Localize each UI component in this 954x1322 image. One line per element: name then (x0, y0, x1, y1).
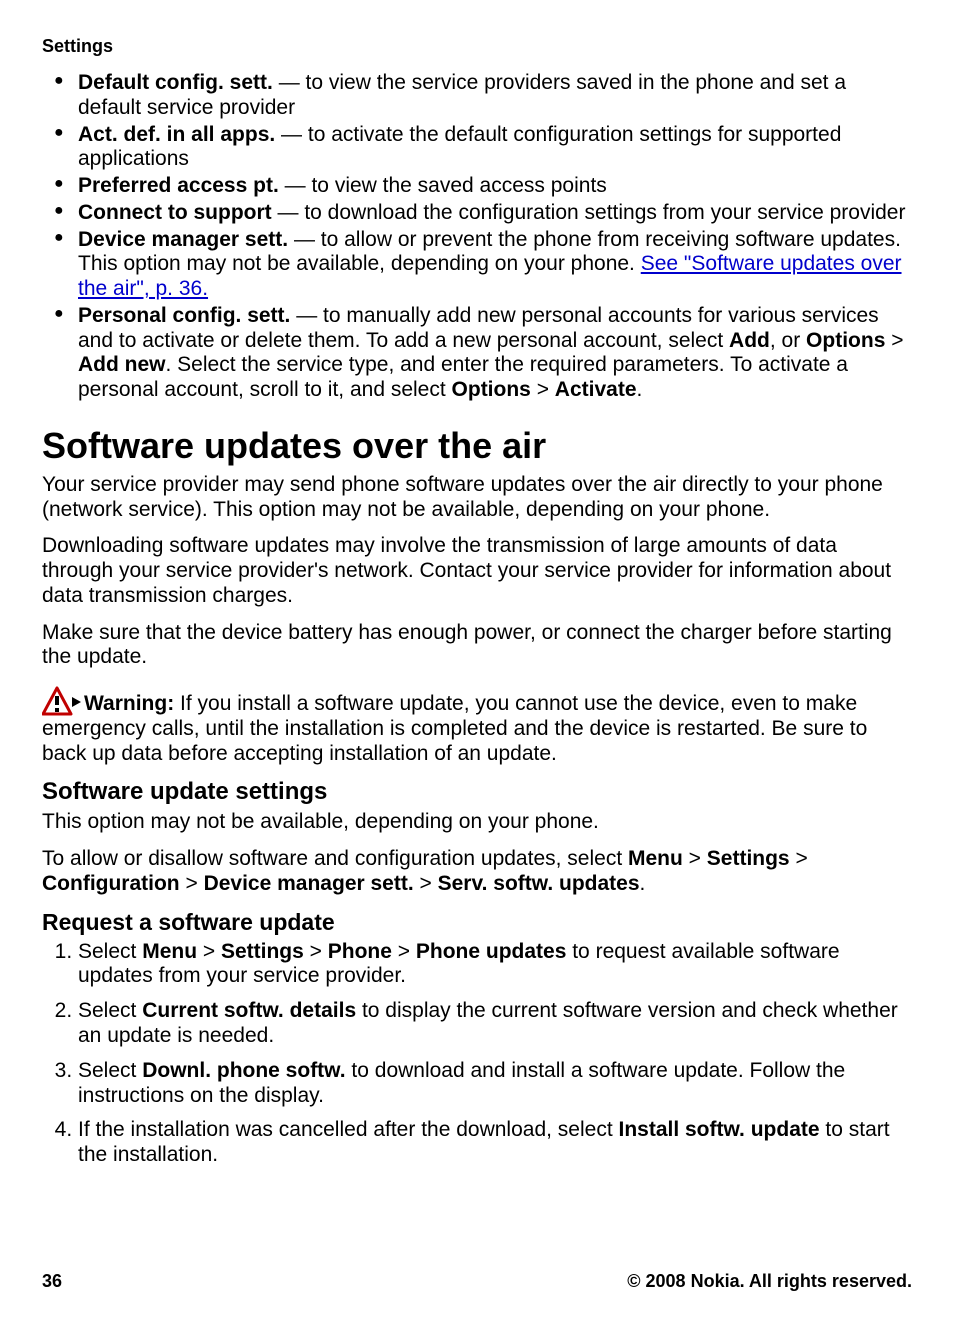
paragraph-text: > (683, 847, 707, 870)
menu-keyword: Activate (555, 378, 637, 401)
subsection-heading: Request a software update (42, 909, 912, 936)
step-text: Select (78, 999, 142, 1022)
menu-keyword: Options (452, 378, 531, 401)
bullet-text: . (637, 378, 643, 401)
bullet-text: — to view the saved access points (279, 174, 607, 197)
bullet-label: Connect to support (78, 201, 272, 224)
bullet-text: > (885, 329, 903, 352)
paragraph-text: To allow or disallow software and config… (42, 847, 628, 870)
menu-keyword: Downl. phone softw. (142, 1059, 345, 1082)
warning-label: Warning: (84, 692, 174, 715)
menu-keyword: Device manager sett. (204, 872, 414, 895)
bullet-label: Personal config. sett. (78, 304, 290, 327)
menu-keyword: Settings (221, 940, 304, 963)
page: Settings Default config. sett. — to view… (0, 0, 954, 1322)
bullet-item: Device manager sett. — to allow or preve… (78, 228, 912, 302)
paragraph: To allow or disallow software and config… (42, 847, 912, 897)
paragraph-text: > (414, 872, 438, 895)
menu-keyword: Options (806, 329, 885, 352)
step-item: Select Menu > Settings > Phone > Phone u… (78, 940, 912, 990)
menu-keyword: Current softw. details (142, 999, 356, 1022)
step-text: Select (78, 1059, 142, 1082)
menu-keyword: Add (729, 329, 770, 352)
menu-keyword: Add new (78, 353, 166, 376)
menu-keyword: Configuration (42, 872, 180, 895)
paragraph: This option may not be available, depend… (42, 810, 912, 835)
bullet-label: Act. def. in all apps. (78, 123, 275, 146)
menu-keyword: Serv. softw. updates (438, 872, 640, 895)
menu-keyword: Menu (628, 847, 683, 870)
menu-keyword: Settings (707, 847, 790, 870)
step-text: > (197, 940, 221, 963)
paragraph-text: > (180, 872, 204, 895)
bullet-item: Preferred access pt. — to view the saved… (78, 174, 912, 199)
bullet-item: Act. def. in all apps. — to activate the… (78, 123, 912, 173)
copyright-text: © 2008 Nokia. All rights reserved. (627, 1271, 912, 1292)
bullet-label: Default config. sett. (78, 71, 273, 94)
bullet-label: Preferred access pt. (78, 174, 279, 197)
step-text: Select (78, 940, 142, 963)
bullet-item: Personal config. sett. — to manually add… (78, 304, 912, 403)
paragraph: Make sure that the device battery has en… (42, 621, 912, 671)
section-heading: Software updates over the air (42, 427, 912, 465)
step-item: If the installation was cancelled after … (78, 1118, 912, 1168)
step-text: If the installation was cancelled after … (78, 1118, 618, 1141)
menu-keyword: Menu (142, 940, 197, 963)
step-text: > (392, 940, 416, 963)
bullet-text: , or (770, 329, 806, 352)
warning-paragraph: Warning: If you install a software updat… (42, 686, 912, 766)
section-header: Settings (42, 36, 912, 57)
bullet-text: — to download the configuration settings… (272, 201, 906, 224)
paragraph: Downloading software updates may involve… (42, 534, 912, 608)
paragraph-text: > (790, 847, 808, 870)
menu-keyword: Phone updates (416, 940, 567, 963)
menu-keyword: Install softw. update (618, 1118, 819, 1141)
step-item: Select Current softw. details to display… (78, 999, 912, 1049)
config-bullet-list: Default config. sett. — to view the serv… (42, 71, 912, 403)
subsection-heading: Software update settings (42, 778, 912, 806)
bullet-item: Connect to support — to download the con… (78, 201, 912, 226)
paragraph-text: . (640, 872, 646, 895)
page-footer: 36 © 2008 Nokia. All rights reserved. (42, 1271, 912, 1292)
page-number: 36 (42, 1271, 62, 1292)
step-text: > (304, 940, 328, 963)
bullet-item: Default config. sett. — to view the serv… (78, 71, 912, 121)
warning-icon (42, 686, 82, 716)
paragraph: Your service provider may send phone sof… (42, 473, 912, 523)
step-list: Select Menu > Settings > Phone > Phone u… (42, 940, 912, 1168)
bullet-label: Device manager sett. (78, 228, 288, 251)
bullet-text: > (531, 378, 555, 401)
menu-keyword: Phone (328, 940, 392, 963)
step-item: Select Downl. phone softw. to download a… (78, 1059, 912, 1109)
